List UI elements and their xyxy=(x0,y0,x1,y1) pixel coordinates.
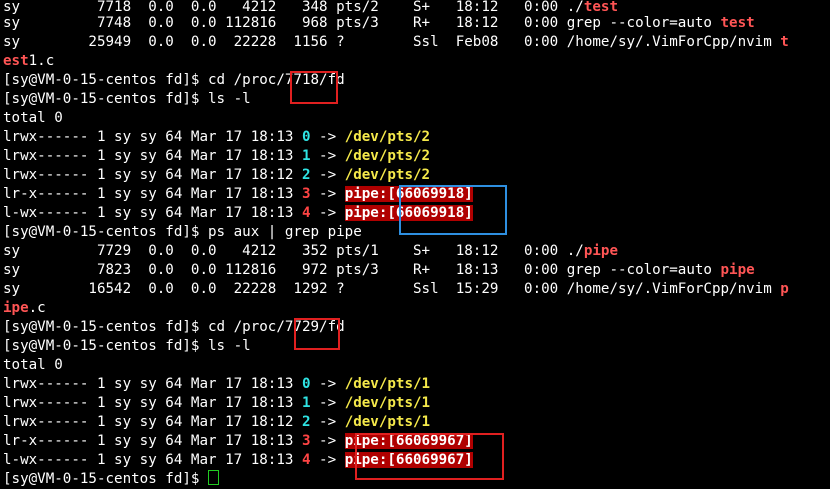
fd-entry: lrwx------ 1 sy sy 64 Mar 17 18:12 2 -> … xyxy=(3,167,431,183)
terminal-output: sy 7718 0.0 0.0 4212 348 pts/2 S+ 18:12 … xyxy=(3,0,789,489)
grep-match: est xyxy=(3,53,29,69)
command-line: [sy@VM-0-15-centos fd]$ ps aux | grep pi… xyxy=(3,224,362,240)
fd-entry: lr-x------ 1 sy sy 64 Mar 17 18:13 3 -> … xyxy=(3,433,473,449)
fd-list: lrwx------ 1 sy sy 64 Mar 17 18:13 0 -> … xyxy=(3,375,789,470)
grep-match: ipe xyxy=(3,300,29,316)
fd-number: 4 xyxy=(301,205,311,221)
ps-row: sy 7729 0.0 0.0 4212 352 pts/1 S+ 18:12 … xyxy=(3,243,619,259)
fd-number: 2 xyxy=(301,414,311,430)
link-target: /dev/pts/2 xyxy=(344,148,431,164)
command-line: [sy@VM-0-15-centos fd]$ ls -l xyxy=(3,338,251,354)
fd-number: 0 xyxy=(301,376,311,392)
fd-list: lrwx------ 1 sy sy 64 Mar 17 18:13 0 -> … xyxy=(3,128,789,223)
total-line: total 0 xyxy=(3,357,63,373)
fd-entry: lr-x------ 1 sy sy 64 Mar 17 18:13 3 -> … xyxy=(3,186,473,202)
pipe-target: pipe:[66069918] xyxy=(344,186,473,202)
grep-match: t xyxy=(780,34,789,50)
fd-number: 1 xyxy=(301,395,311,411)
ps-row: sy 25949 0.0 0.0 22228 1156 ? Ssl Feb08 … xyxy=(3,34,789,50)
pipe-target: pipe:[66069967] xyxy=(344,433,473,449)
pid-text: 7729 xyxy=(284,319,320,335)
fd-number: 3 xyxy=(301,433,311,449)
grep-match: p xyxy=(780,281,789,297)
grep-match: test xyxy=(720,15,755,31)
ps-row: sy 7718 0.0 0.0 4212 348 pts/2 S+ 18:12 … xyxy=(3,0,619,15)
command-line: [sy@VM-0-15-centos fd]$ ls -l xyxy=(3,91,251,107)
link-target: /dev/pts/2 xyxy=(344,129,431,145)
fd-entry: lrwx------ 1 sy sy 64 Mar 17 18:13 0 -> … xyxy=(3,129,431,145)
total-line: total 0 xyxy=(3,110,63,126)
ps-row-wrap: ipe.c xyxy=(3,300,46,316)
command-line: [sy@VM-0-15-centos fd]$ cd /proc/7718/fd xyxy=(3,72,345,88)
terminal-window[interactable]: { "colors": {"background": "#000000", "t… xyxy=(0,0,830,487)
grep-match: test xyxy=(583,0,619,15)
grep-match: pipe xyxy=(720,262,755,278)
ps-row: sy 7823 0.0 0.0 112816 972 pts/3 R+ 18:1… xyxy=(3,262,755,278)
fd-number: 0 xyxy=(301,129,311,145)
pid-text: 7718 xyxy=(284,72,320,88)
link-target: /dev/pts/1 xyxy=(344,395,431,411)
fd-entry: l-wx------ 1 sy sy 64 Mar 17 18:13 4 -> … xyxy=(3,205,473,221)
fd-number: 2 xyxy=(301,167,311,183)
fd-number: 1 xyxy=(301,148,311,164)
fd-entry: lrwx------ 1 sy sy 64 Mar 17 18:13 0 -> … xyxy=(3,376,431,392)
ps-row: sy 16542 0.0 0.0 22228 1292 ? Ssl 15:29 … xyxy=(3,281,789,297)
ps-row-wrap: est1.c xyxy=(3,53,55,69)
fd-number: 4 xyxy=(301,452,311,468)
pipe-target: pipe:[66069918] xyxy=(344,205,473,221)
ps-row: sy 7748 0.0 0.0 112816 968 pts/3 R+ 18:1… xyxy=(3,15,755,31)
fd-entry: lrwx------ 1 sy sy 64 Mar 17 18:13 1 -> … xyxy=(3,148,431,164)
link-target: /dev/pts/1 xyxy=(344,376,431,392)
link-target: /dev/pts/2 xyxy=(344,167,431,183)
grep-match: pipe xyxy=(583,243,619,259)
pipe-target: pipe:[66069967] xyxy=(344,452,473,468)
command-line: [sy@VM-0-15-centos fd]$ cd /proc/7729/fd xyxy=(3,319,345,335)
fd-entry: l-wx------ 1 sy sy 64 Mar 17 18:13 4 -> … xyxy=(3,452,473,468)
fd-entry: lrwx------ 1 sy sy 64 Mar 17 18:13 1 -> … xyxy=(3,395,431,411)
fd-entry: lrwx------ 1 sy sy 64 Mar 17 18:12 2 -> … xyxy=(3,414,431,430)
cursor-icon xyxy=(208,470,219,485)
link-target: /dev/pts/1 xyxy=(344,414,431,430)
fd-number: 3 xyxy=(301,186,311,202)
prompt-line[interactable]: [sy@VM-0-15-centos fd]$ xyxy=(3,470,789,489)
